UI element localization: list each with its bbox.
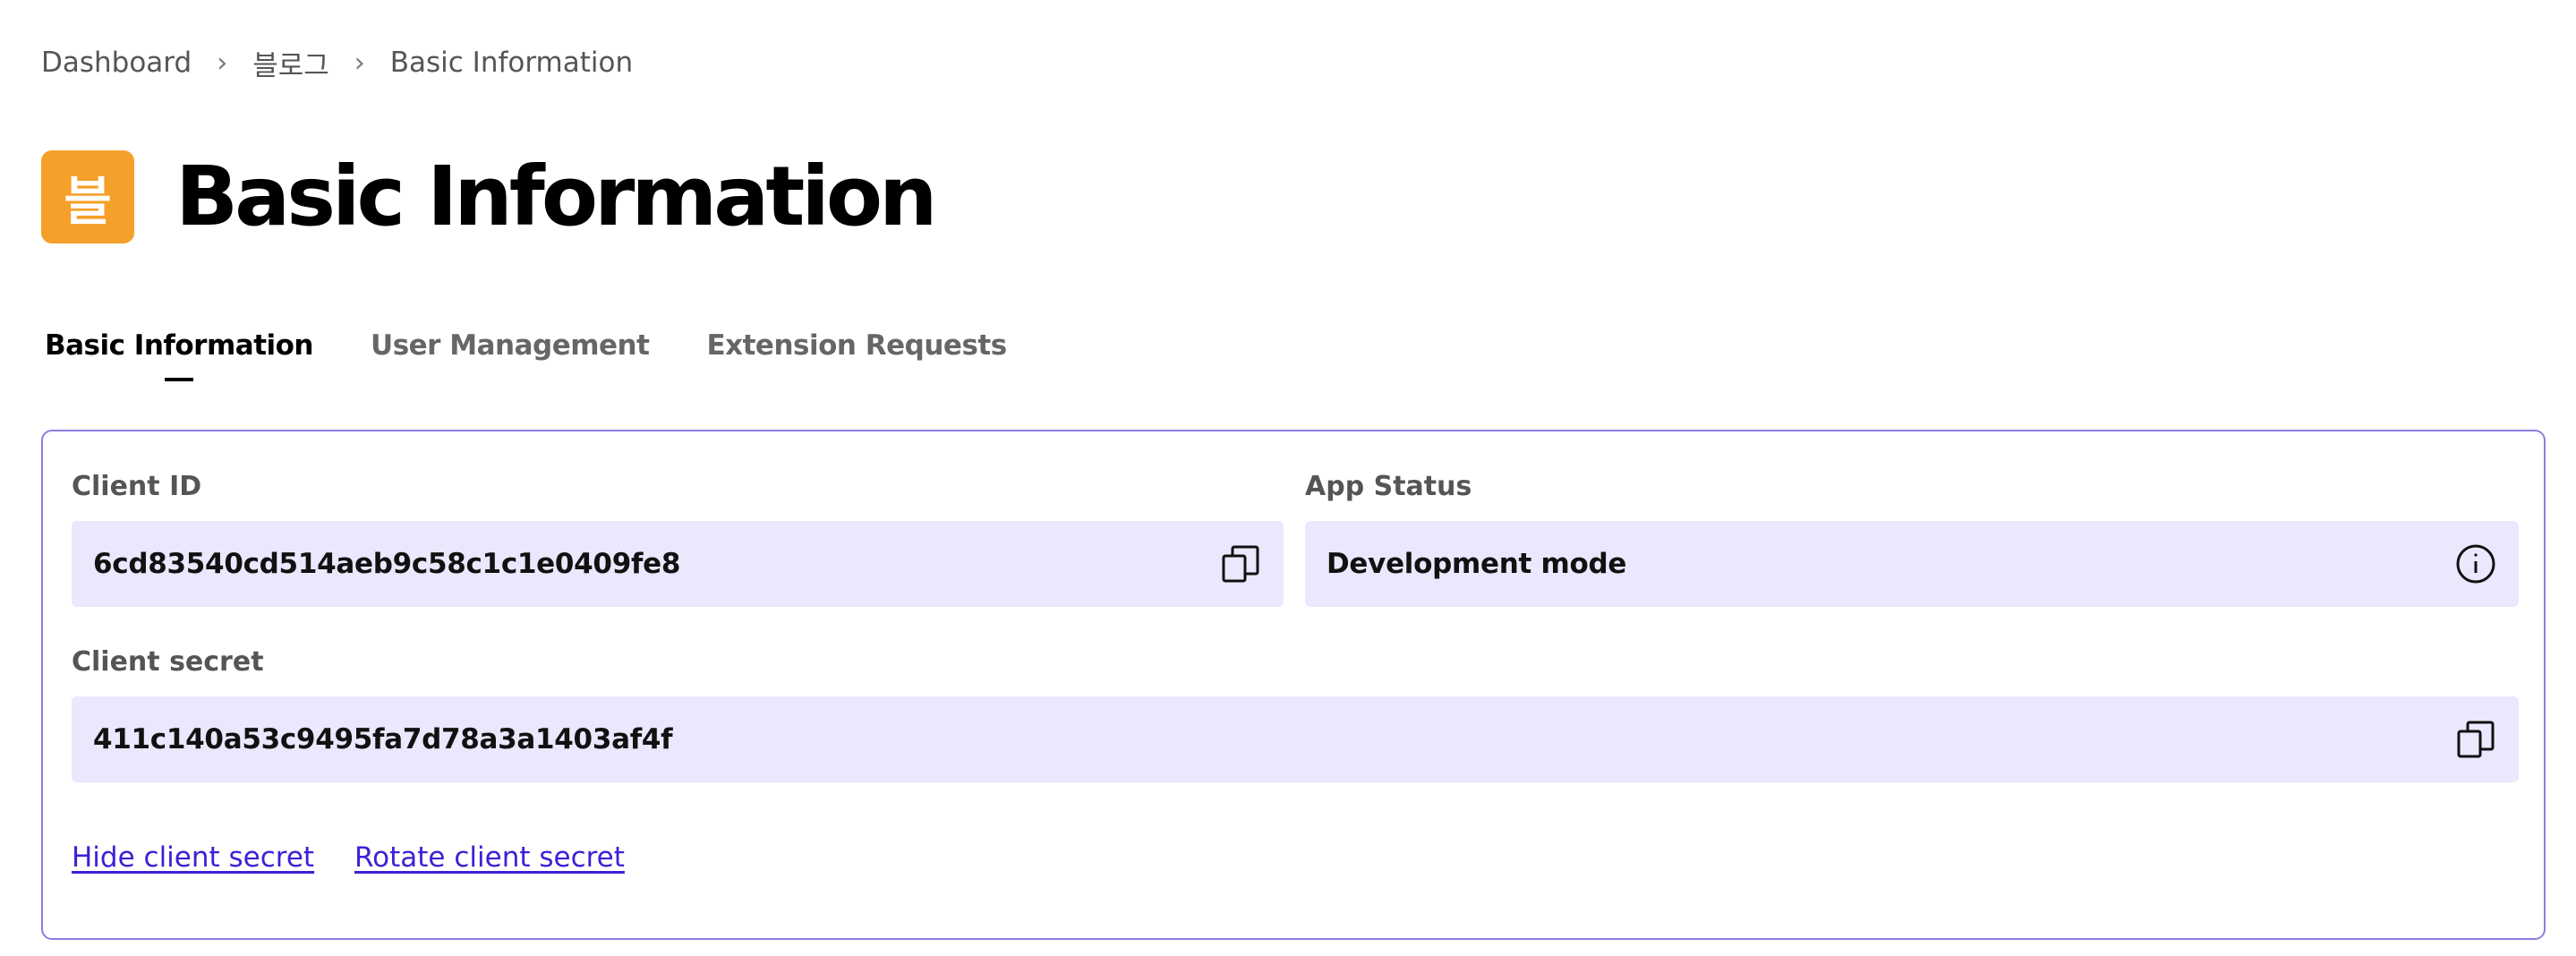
tab-basic-information[interactable]: Basic Information — [45, 324, 314, 381]
breadcrumb-separator-icon: › — [354, 47, 365, 79]
copy-icon[interactable] — [1219, 542, 1262, 585]
page: Dashboard › 블로그 › Basic Information 블 Ba… — [0, 0, 2576, 956]
rotate-client-secret-link[interactable]: Rotate client secret — [354, 841, 625, 874]
breadcrumb: Dashboard › 블로그 › Basic Information — [41, 43, 633, 82]
tab-bar: Basic Information User Management Extens… — [45, 324, 1064, 387]
client-secret-value[interactable]: 411c140a53c9495fa7d78a3a1403af4f — [93, 723, 673, 755]
app-status-field: Development mode — [1305, 521, 2519, 607]
breadcrumb-separator-icon: › — [217, 47, 228, 79]
copy-icon[interactable] — [2454, 718, 2497, 761]
tab-user-management[interactable]: User Management — [371, 324, 650, 369]
client-id-label: Client ID — [72, 471, 202, 502]
tab-label: Extension Requests — [706, 329, 1007, 362]
breadcrumb-app[interactable]: 블로그 — [252, 43, 329, 83]
client-id-value[interactable]: 6cd83540cd514aeb9c58c1c1e0409fe8 — [93, 548, 680, 580]
credentials-card: Client ID 6cd83540cd514aeb9c58c1c1e0409f… — [41, 430, 2546, 940]
hide-client-secret-link[interactable]: Hide client secret — [72, 841, 314, 874]
tab-label: User Management — [371, 329, 650, 362]
app-icon: 블 — [41, 150, 134, 243]
breadcrumb-dashboard[interactable]: Dashboard — [41, 47, 192, 79]
tab-label: Basic Information — [45, 329, 314, 362]
breadcrumb-current: Basic Information — [389, 47, 634, 79]
app-status-label: App Status — [1305, 471, 1472, 502]
tab-extension-requests[interactable]: Extension Requests — [706, 324, 1007, 369]
client-id-field: 6cd83540cd514aeb9c58c1c1e0409fe8 — [72, 521, 1284, 607]
client-secret-field: 411c140a53c9495fa7d78a3a1403af4f — [72, 696, 2519, 782]
page-title: Basic Information — [175, 149, 938, 244]
info-icon[interactable] — [2454, 542, 2497, 585]
client-secret-label: Client secret — [72, 646, 264, 678]
app-status-value: Development mode — [1326, 548, 1627, 580]
active-tab-indicator — [165, 378, 193, 381]
title-row: 블 Basic Information — [41, 149, 938, 244]
